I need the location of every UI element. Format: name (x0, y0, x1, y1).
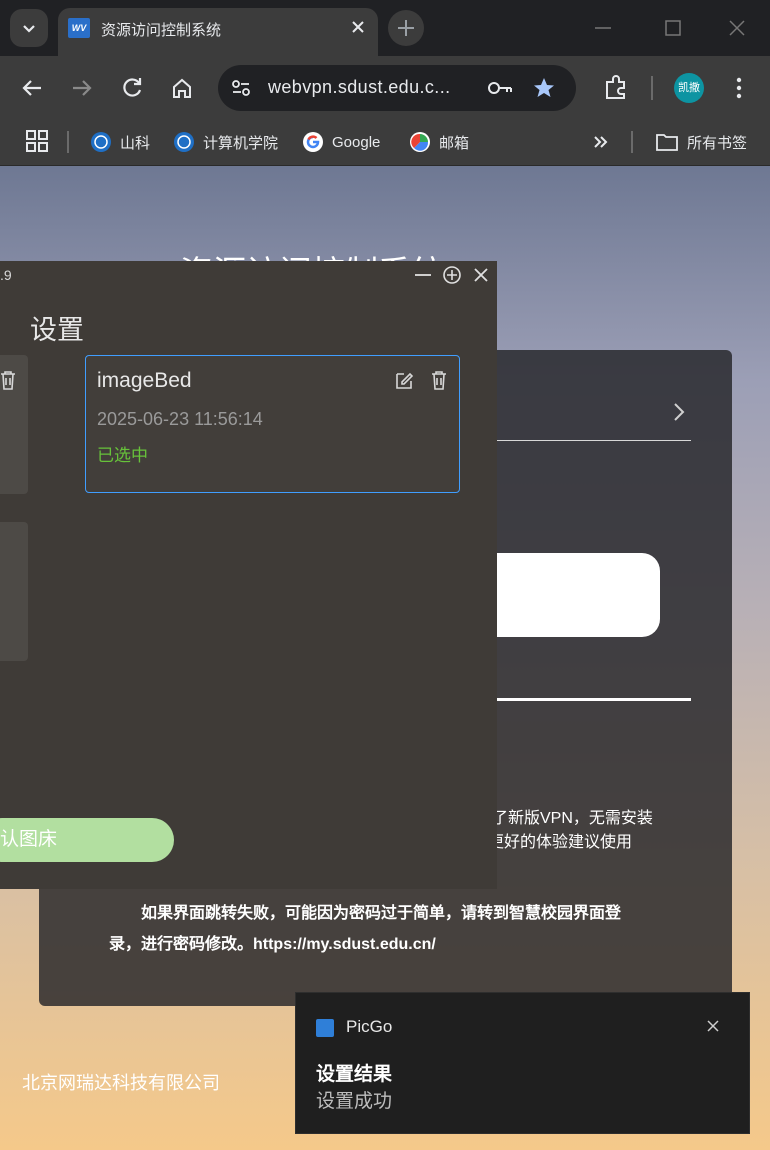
toast-title: 设置结果 (316, 1064, 393, 1085)
login-button[interactable] (479, 553, 660, 637)
trash-icon[interactable] (0, 369, 18, 391)
config-card-selected[interactable]: imageBed 2025-06-23 11:56:14 已选中 (85, 355, 460, 493)
settings-heading: 设置 (30, 315, 84, 345)
extensions-icon[interactable] (598, 70, 634, 106)
all-bookmarks-button[interactable]: 所有书签 (655, 128, 747, 156)
apps-grid-icon[interactable] (25, 129, 49, 153)
minimize-icon[interactable] (586, 12, 620, 44)
bookmark-label: 山科 (120, 134, 151, 152)
maximize-icon[interactable] (656, 12, 690, 44)
picgo-window: .9 设置 imageBed 2025-06-23 11:56:14 已选中 认… (0, 261, 497, 889)
close-icon[interactable] (348, 17, 368, 37)
home-icon[interactable] (164, 70, 200, 106)
username-underline (479, 440, 691, 441)
close-icon[interactable] (471, 265, 491, 285)
config-card-partial[interactable] (0, 355, 28, 494)
google-logo-icon (303, 132, 323, 152)
config-card-partial[interactable] (0, 522, 28, 661)
trash-icon[interactable] (429, 369, 449, 391)
minimize-icon[interactable] (413, 265, 433, 285)
chevron-down-icon (23, 25, 35, 33)
bookmark-shanke[interactable]: 山科 (90, 128, 150, 156)
school-logo-icon (174, 132, 194, 152)
bookmark-google[interactable]: Google (302, 128, 380, 156)
tab-title: 资源访问控制系统 (101, 22, 222, 39)
school-logo-icon (91, 132, 111, 152)
all-bookmarks-label: 所有书签 (687, 134, 748, 152)
chevron-double-right-icon[interactable] (590, 131, 612, 153)
address-bar[interactable]: webvpn.sdust.edu.c... (218, 65, 576, 111)
window-close-icon[interactable] (720, 12, 754, 44)
profile-avatar[interactable]: 凯撒 (674, 73, 704, 103)
mail-logo-icon (410, 132, 430, 152)
bookmark-cs-college[interactable]: 计算机学院 (173, 128, 278, 156)
plus-icon (398, 20, 414, 36)
toast-message: 设置成功 (316, 1091, 393, 1112)
key-icon[interactable] (486, 76, 514, 100)
site-settings-icon[interactable] (230, 77, 252, 99)
site-favicon-icon: WV (68, 18, 90, 38)
reload-icon[interactable] (114, 70, 150, 106)
star-icon[interactable] (532, 76, 556, 100)
notice-fragment: 了新版VPN，无需安装 (492, 810, 653, 827)
config-name: imageBed (97, 369, 192, 392)
password-underline (479, 698, 691, 701)
set-default-imagebed-button[interactable]: 认图床 (0, 818, 174, 862)
edit-icon[interactable] (394, 369, 414, 391)
tab-strip: WV 资源访问控制系统 (0, 0, 770, 56)
toolbar-divider (651, 76, 653, 100)
chevron-right-icon[interactable] (669, 400, 689, 424)
folder-icon (656, 134, 678, 151)
more-menu-icon[interactable] (721, 70, 757, 106)
browser-tab[interactable]: WV 资源访问控制系统 (58, 8, 378, 56)
notice-paragraph: 如果界面跳转失败，可能因为密码过于简单，请转到智慧校园界面登录，进行密码修改。h… (109, 905, 622, 953)
toast-app-name: PicGo (346, 1017, 393, 1036)
bookmark-label: 计算机学院 (203, 134, 279, 152)
version-label: .9 (0, 267, 12, 283)
tab-search-button[interactable] (10, 9, 48, 47)
bookmarks-divider (631, 131, 633, 153)
company-name: 北京网瑞达科技有限公司 (22, 1073, 220, 1093)
bookmarks-bar: 山科 计算机学院 Google 邮箱 所有书签 (0, 120, 770, 166)
new-tab-button[interactable] (388, 10, 424, 46)
browser-toolbar: webvpn.sdust.edu.c... 凯撒 (0, 56, 770, 120)
bookmarks-divider (67, 131, 69, 153)
bookmark-label: 邮箱 (439, 134, 470, 152)
pin-plus-icon[interactable] (442, 265, 462, 285)
selected-status: 已选中 (97, 446, 148, 465)
back-arrow-icon[interactable] (14, 70, 50, 106)
notice-fragment: 更好的体验建议使用 (488, 834, 633, 851)
config-timestamp: 2025-06-23 11:56:14 (97, 409, 263, 429)
forward-arrow-icon[interactable] (64, 70, 100, 106)
url-text: webvpn.sdust.edu.c... (268, 77, 451, 97)
picgo-app-icon (316, 1019, 334, 1037)
close-icon[interactable] (704, 1017, 722, 1035)
toast-notification[interactable]: PicGo 设置结果 设置成功 (295, 992, 750, 1134)
bookmark-mail[interactable]: 邮箱 (409, 128, 469, 156)
bookmark-label: Google (332, 133, 381, 151)
